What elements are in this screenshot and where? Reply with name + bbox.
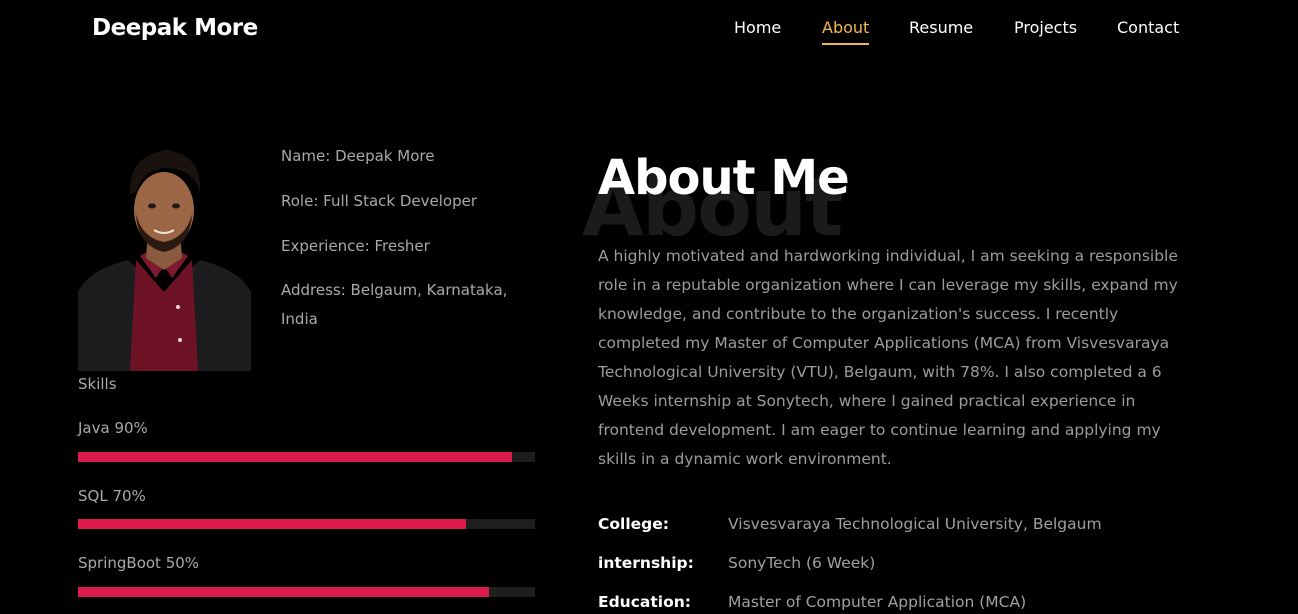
skill-bar-fill [78, 587, 490, 597]
about-line: knowledge, and contribute to the organiz… [598, 305, 1119, 323]
profile-experience: Experience: Fresher [281, 237, 430, 255]
detail-value-college: Visvesvaraya Technological University, B… [728, 515, 1102, 533]
profile-photo [78, 142, 251, 371]
nav-projects[interactable]: Projects [1014, 18, 1077, 37]
detail-value-internship: SonyTech (6 Week) [728, 554, 876, 572]
profile-address-country: India [281, 310, 318, 328]
skill-bar-sql [78, 519, 535, 529]
detail-key-education: Education: [598, 593, 691, 611]
about-line: Weeks internship at Sonytech, where I ga… [598, 392, 1136, 410]
detail-key-college: College: [598, 515, 669, 533]
skill-label-sql: SQL 70% [78, 487, 146, 505]
about-line: A highly motivated and hardworking indiv… [598, 247, 1178, 265]
profile-photo-illustration [78, 142, 251, 371]
about-paragraph: A highly motivated and hardworking indiv… [598, 242, 1208, 474]
profile-address: Address: Belgaum, Karnataka, [281, 281, 508, 299]
nav-resume[interactable]: Resume [909, 18, 973, 37]
about-line: role in a reputable organization where I… [598, 276, 1178, 294]
about-line: completed my Master of Computer Applicat… [598, 334, 1170, 352]
nav-home[interactable]: Home [734, 18, 781, 37]
skill-label-java: Java 90% [78, 419, 148, 437]
nav-about[interactable]: About [822, 18, 870, 45]
skill-bar-springboot [78, 587, 535, 597]
profile-role: Role: Full Stack Developer [281, 192, 478, 210]
skill-bar-fill [78, 452, 513, 462]
profile-name: Name: Deepak More [281, 147, 435, 165]
detail-key-internship: internship: [598, 554, 694, 572]
about-line: Technological University (VTU), Belgaum,… [598, 363, 1162, 381]
detail-value-education: Master of Computer Application (MCA) [728, 593, 1027, 611]
skill-bar-java [78, 452, 535, 462]
about-line: frontend development. I am eager to cont… [598, 421, 1161, 439]
skill-label-springboot: SpringBoot 50% [78, 554, 200, 572]
about-title: About Me [598, 150, 850, 206]
nav-contact[interactable]: Contact [1117, 18, 1179, 37]
about-line: skills in a dynamic work environment. [598, 450, 892, 468]
skill-bar-fill [78, 519, 467, 529]
main-nav: Home About Resume Projects Contact [0, 18, 1298, 48]
skills-title: Skills [78, 375, 117, 393]
